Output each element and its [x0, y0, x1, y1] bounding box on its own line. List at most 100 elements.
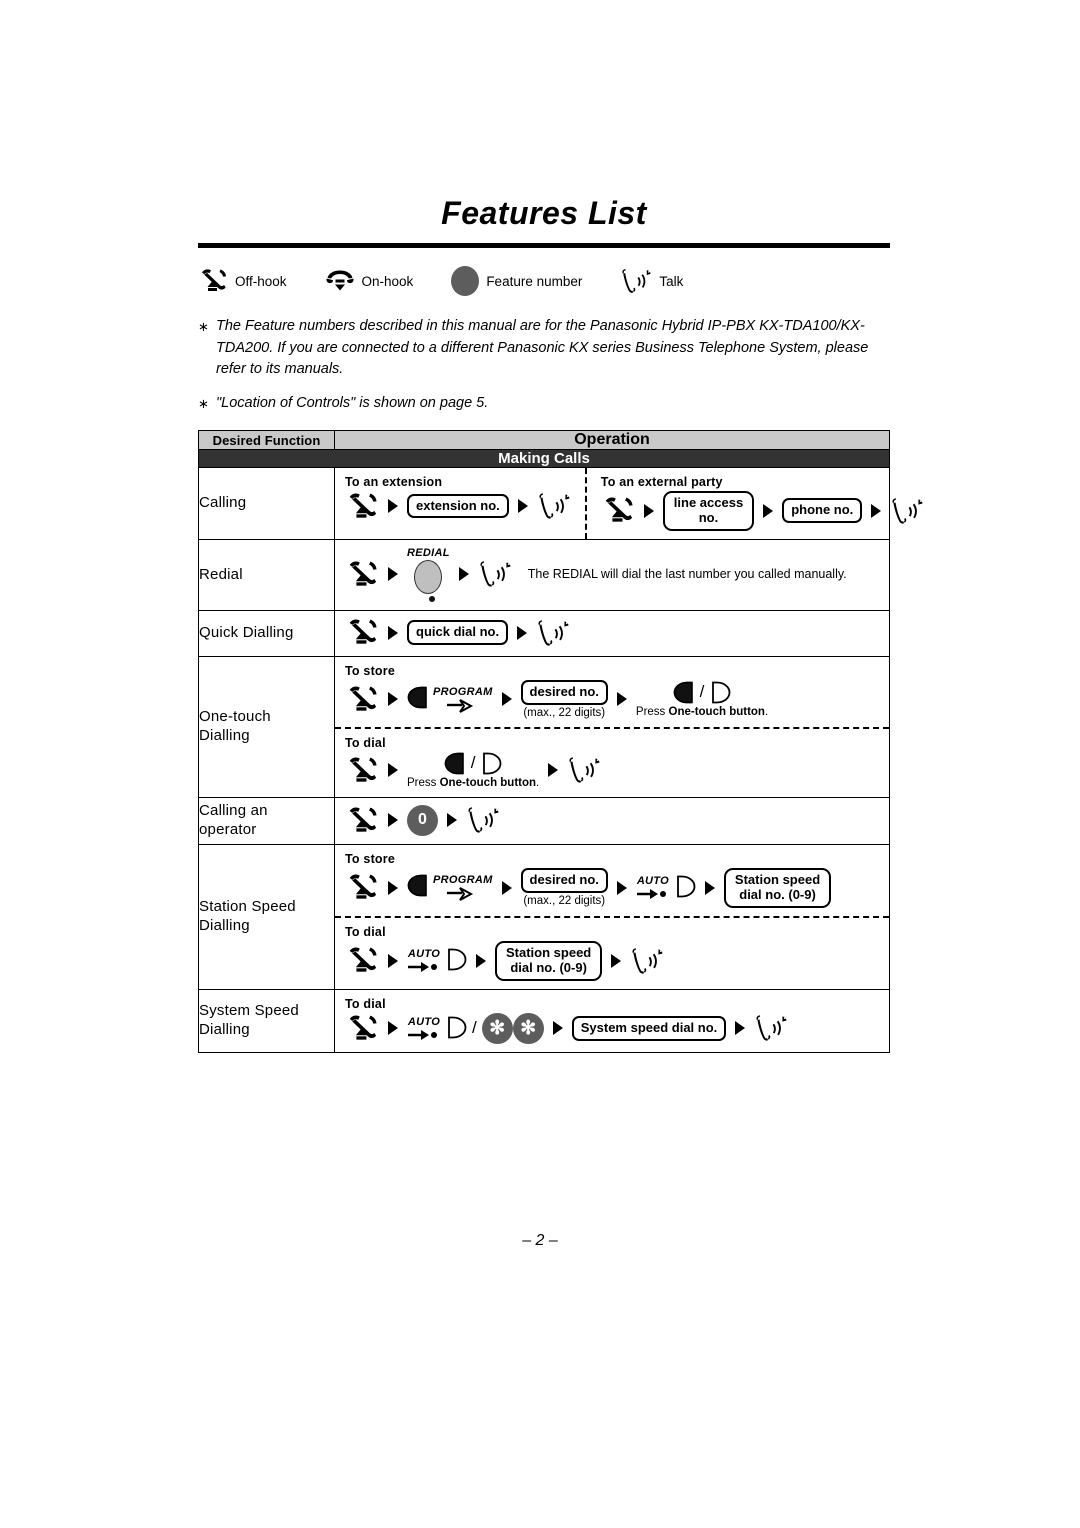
one-touch-key-outline-icon: [480, 752, 502, 775]
offhook-handset-icon: [345, 873, 379, 902]
notes-block: ∗ The Feature numbers described in this …: [198, 316, 890, 414]
operation-flow: extension no.: [345, 491, 571, 521]
flow-arrow-icon: [388, 953, 398, 968]
key-input-label: desired no.: [520, 868, 608, 894]
flow-arrow-icon: [447, 813, 457, 828]
flow-arrow-icon: [704, 880, 715, 895]
operation-flow: quick dial no.: [345, 618, 879, 648]
one-touch-key-dark-icon: [407, 874, 429, 897]
table-row: Redial REDIAL The REDIAL will dial the l…: [198, 538, 890, 611]
flow-arrow-icon: [388, 763, 398, 778]
auto-arrow-icon: [407, 961, 441, 973]
operation-flow: 0: [345, 804, 879, 836]
auto-key-label: AUTO: [407, 1015, 441, 1028]
operation-flow: AUTO Station speed dial no. (0-9): [345, 940, 879, 981]
table-row: Calling To an extension extension no. To…: [198, 467, 923, 540]
offhook-handset-icon: [345, 1014, 379, 1043]
header-operation: Operation: [334, 430, 890, 450]
inline-note-text: The REDIAL will dial the last number you…: [527, 567, 847, 582]
key-input-box: quick dial no.: [407, 620, 509, 646]
title-divider: [198, 243, 890, 249]
table-row: Quick Dialling quick dial no.: [198, 609, 890, 657]
auto-key-label: AUTO: [407, 948, 441, 961]
header-desired-function: Desired Function: [198, 430, 335, 450]
operation-subflow: To an external party line access no. phon…: [584, 468, 935, 539]
auto-arrow-icon: [636, 888, 670, 900]
operation-subflow: To store PROGRAM desired no. (max., 22 d…: [335, 845, 889, 916]
operation-split: To an extension extension no. To an exte…: [335, 468, 923, 539]
operation-subflow: REDIAL The REDIAL will dial the last num…: [335, 540, 889, 610]
offhook-handset-icon: [345, 560, 379, 589]
one-touch-key-pair: /: [673, 681, 732, 704]
function-name-cell: Calling an operator: [198, 796, 335, 845]
operation-flow: / Press One-touch button.: [345, 752, 879, 789]
function-name-cell: System Speed Dialling: [198, 988, 335, 1053]
onhook-handset-icon: [325, 268, 355, 294]
legend-item-off-hook: Off-hook: [198, 268, 287, 294]
subflow-label: To dial: [345, 924, 386, 939]
flow-arrow-icon: [517, 499, 528, 513]
flow-arrow-icon: [548, 763, 559, 778]
operation-subflow: quick dial no.: [335, 611, 889, 656]
note-text: "Location of Controls" is shown on page …: [216, 394, 489, 411]
one-touch-key-outline-icon: [445, 948, 467, 971]
page-number: – 2 –: [522, 1232, 558, 1249]
program-arrow-icon: [446, 887, 480, 902]
talk-handset-icon: [630, 946, 664, 976]
key-input-label: extension no.: [407, 493, 509, 519]
talk-handset-icon: [466, 805, 500, 835]
function-name-cell: Station Speed Dialling: [198, 843, 335, 990]
key-input-label: Station speed dial no. (0-9): [495, 940, 603, 981]
one-touch-key-dark-icon: [407, 686, 429, 709]
key-input-label: line access no.: [662, 491, 755, 531]
flow-arrow-icon: [388, 880, 398, 895]
legend-label-talk: Talk: [659, 273, 684, 289]
operation-cell: 0: [334, 796, 890, 845]
operation-flow: line access no. phone no.: [601, 491, 925, 531]
one-touch-caption: Press One-touch button.: [635, 705, 769, 718]
function-name-cell: Calling: [198, 467, 335, 540]
legend-label-on-hook: On-hook: [361, 273, 414, 289]
key-input-caption: (max., 22 digits): [523, 895, 606, 908]
redial-button-group: REDIAL: [407, 547, 450, 602]
key-input-label: System speed dial no.: [571, 1015, 727, 1041]
legend-item-on-hook: On-hook: [325, 268, 414, 294]
operation-subflow: To dial / Press One-touch button.: [335, 726, 889, 797]
or-separator: /: [699, 682, 705, 702]
flow-arrow-icon: [871, 503, 882, 518]
operation-subflow: To an extension extension no.: [335, 468, 585, 539]
auto-key-label: AUTO: [636, 875, 669, 888]
operation-flow: AUTO / ✻ ✻ System speed dial no.: [345, 1012, 879, 1044]
redial-button-icon: [414, 559, 443, 594]
subflow-label: To an extension: [345, 475, 443, 489]
operation-flow: PROGRAM desired no. (max., 22 digits) AU…: [345, 867, 879, 908]
offhook-handset-icon: [345, 618, 379, 647]
subflow-label: To dial: [345, 996, 386, 1011]
or-separator: /: [470, 753, 476, 773]
one-touch-key-outline-icon: [709, 681, 731, 704]
key-input-label: desired no.: [520, 679, 608, 705]
table-header-row: Desired Function Operation: [198, 430, 890, 450]
flow-arrow-icon: [388, 1021, 398, 1036]
flow-arrow-icon: [458, 567, 469, 582]
auto-arrow-icon: [407, 1029, 441, 1041]
program-key-group: PROGRAM: [407, 874, 493, 902]
key-input-label: Station speed dial no. (0-9): [723, 867, 832, 908]
or-separator: /: [472, 1018, 477, 1038]
feature-number-button: ✻: [512, 1012, 544, 1044]
flow-arrow-icon: [552, 1021, 563, 1036]
table-row: Calling an operator 0: [198, 796, 890, 845]
function-name-cell: Redial: [198, 538, 335, 611]
note-marker-icon: ∗: [198, 395, 209, 411]
flow-arrow-icon: [476, 953, 486, 968]
key-input-label: quick dial no.: [407, 620, 509, 646]
flow-arrow-icon: [616, 880, 627, 895]
flow-arrow-icon: [763, 503, 774, 518]
section-band-row: Making Calls: [198, 449, 890, 468]
offhook-handset-icon: [198, 268, 228, 294]
talk-handset-icon: [620, 267, 652, 295]
flow-arrow-icon: [616, 692, 627, 707]
function-name-cell: Quick Dialling: [198, 609, 335, 657]
key-input-box: Station speed dial no. (0-9): [723, 867, 832, 908]
auto-key-group: AUTO: [407, 948, 467, 973]
